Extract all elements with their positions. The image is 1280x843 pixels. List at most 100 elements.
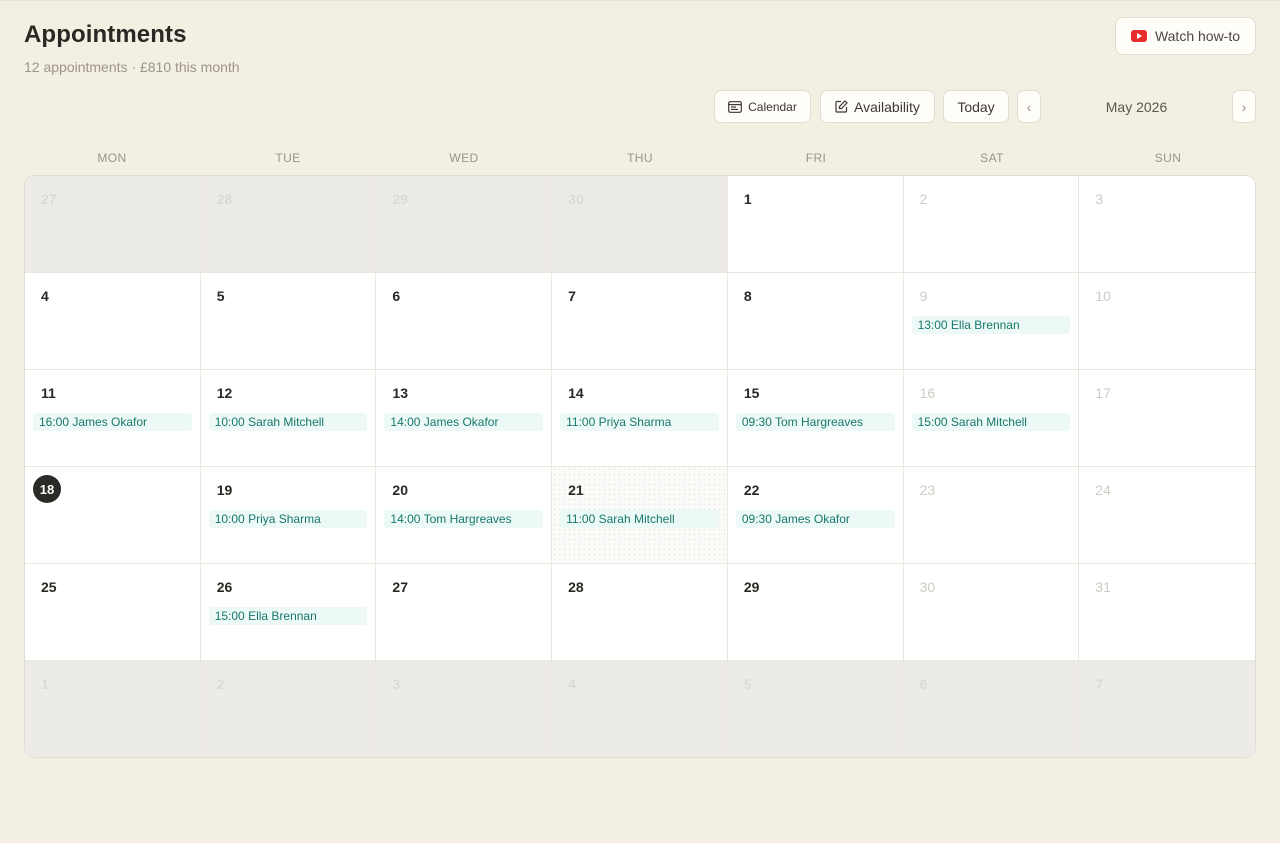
day-number: 21	[568, 482, 584, 498]
day-number: 28	[568, 579, 584, 595]
video-play-icon	[1130, 30, 1147, 42]
appointment-event[interactable]: 15:00 Sarah Mitchell	[911, 413, 1071, 431]
day-number: 6	[919, 676, 928, 692]
day-cell[interactable]: 2	[200, 661, 377, 757]
day-number: 28	[216, 191, 233, 207]
day-cell[interactable]: 30	[903, 564, 1080, 661]
appointment-event[interactable]: 09:30 James Okafor	[735, 510, 895, 528]
day-cell[interactable]: 30	[552, 176, 728, 273]
day-cell[interactable]: 3	[376, 661, 553, 757]
day-cell[interactable]: 9 13:00 Ella Brennan	[903, 273, 1080, 370]
day-cell[interactable]: 6	[903, 661, 1080, 757]
day-cell[interactable]: 2	[903, 176, 1080, 273]
day-number: 10	[1095, 288, 1111, 304]
day-cell[interactable]: 11 16:00 James Okafor	[25, 370, 201, 467]
day-cell[interactable]: 17	[1079, 370, 1255, 467]
appointment-event[interactable]: 14:00 James Okafor	[384, 413, 544, 431]
current-month-label: May 2026	[1105, 98, 1168, 115]
day-number: 7	[568, 288, 576, 304]
weekday-sun: SUN	[1154, 151, 1182, 165]
day-number: 30	[919, 579, 936, 595]
previous-month-button[interactable]: ‹	[1017, 90, 1041, 123]
appointment-event[interactable]: 09:30 Tom Hargreaves	[735, 413, 895, 431]
weekday-mon: MON	[97, 151, 127, 165]
page-subtitle: 12 appointments · £810 this month	[24, 59, 240, 75]
day-cell[interactable]: 4	[552, 661, 728, 757]
appointment-event[interactable]: 10:00 Sarah Mitchell	[208, 413, 368, 431]
day-cell[interactable]: 23	[903, 467, 1080, 564]
day-number: 19	[216, 482, 233, 498]
appointment-event[interactable]: 11:00 Priya Sharma	[560, 413, 719, 431]
day-number: 15	[743, 385, 760, 401]
day-cell[interactable]: 15 09:30 Tom Hargreaves	[727, 370, 904, 467]
day-number: 12	[216, 385, 233, 401]
day-number: 27	[41, 191, 57, 207]
appointment-event[interactable]: 13:00 Ella Brennan	[911, 316, 1071, 334]
availability-button[interactable]: Availability	[820, 90, 935, 123]
appointment-event[interactable]: 16:00 James Okafor	[33, 413, 192, 431]
day-number: 5	[743, 676, 752, 692]
next-month-button[interactable]: ›	[1232, 90, 1256, 123]
day-cell[interactable]: 21 11:00 Sarah Mitchell	[552, 467, 728, 564]
day-cell[interactable]: 1	[727, 176, 904, 273]
today-button[interactable]: Today	[943, 90, 1009, 123]
day-number: 24	[1095, 482, 1111, 498]
day-number: 1	[743, 191, 752, 207]
day-cell[interactable]: 10	[1079, 273, 1255, 370]
day-number: 4	[41, 288, 49, 304]
appointment-event[interactable]: 10:00 Priya Sharma	[208, 510, 368, 528]
page-title: Appointments	[24, 21, 187, 48]
day-number: 4	[568, 676, 576, 692]
day-number: 27	[392, 579, 408, 595]
watch-how-to-button[interactable]: Watch how-to	[1115, 17, 1256, 55]
watch-how-to-label: Watch how-to	[1154, 28, 1241, 44]
day-number: 6	[392, 288, 401, 304]
day-cell[interactable]: 29	[727, 564, 904, 661]
weekday-sat: SAT	[980, 151, 1004, 165]
day-cell[interactable]: 12 10:00 Sarah Mitchell	[200, 370, 377, 467]
day-cell[interactable]: 20 14:00 Tom Hargreaves	[376, 467, 553, 564]
day-cell[interactable]: 29	[376, 176, 553, 273]
day-cell[interactable]: 26 15:00 Ella Brennan	[200, 564, 377, 661]
weekday-tue: TUE	[275, 151, 301, 165]
day-number: 13	[392, 385, 408, 401]
day-cell[interactable]: 7	[1079, 661, 1255, 757]
day-number: 17	[1095, 385, 1111, 401]
day-cell[interactable]: 28	[552, 564, 728, 661]
day-cell[interactable]: 25	[25, 564, 201, 661]
day-number: 8	[743, 288, 752, 304]
today-day-number: 18	[33, 475, 61, 503]
day-cell[interactable]: 5	[200, 273, 377, 370]
day-cell[interactable]: 27	[376, 564, 553, 661]
day-cell[interactable]: 22 09:30 James Okafor	[727, 467, 904, 564]
day-cell[interactable]: 24	[1079, 467, 1255, 564]
edit-icon	[835, 100, 848, 113]
day-cell[interactable]: 27	[25, 176, 201, 273]
day-number: 26	[216, 579, 233, 595]
day-cell[interactable]: 28	[200, 176, 377, 273]
day-cell[interactable]: 19 10:00 Priya Sharma	[200, 467, 377, 564]
appointment-event[interactable]: 15:00 Ella Brennan	[208, 607, 368, 625]
day-cell[interactable]: 1	[25, 661, 201, 757]
calendar-grid: 27 28 29 30 1 2 3 4 5 6 7 8 9 13:00 Ella Brennan 10 11 1…	[24, 175, 1256, 758]
day-cell[interactable]: 16 15:00 Sarah Mitchell	[903, 370, 1080, 467]
day-cell[interactable]: 14 11:00 Priya Sharma	[552, 370, 728, 467]
day-cell[interactable]: 4	[25, 273, 201, 370]
day-cell[interactable]: 5	[727, 661, 904, 757]
day-number: 25	[41, 579, 57, 595]
day-cell[interactable]: 3	[1079, 176, 1255, 273]
day-cell[interactable]: 31	[1079, 564, 1255, 661]
day-number: 16	[919, 385, 936, 401]
day-cell[interactable]: 18	[25, 467, 201, 564]
day-cell[interactable]: 13 14:00 James Okafor	[376, 370, 553, 467]
calendar-view-button[interactable]: Calendar	[714, 90, 811, 123]
day-number: 23	[919, 482, 936, 498]
day-cell[interactable]: 7	[552, 273, 728, 370]
day-cell[interactable]: 8	[727, 273, 904, 370]
day-number: 3	[392, 676, 401, 692]
appointment-event[interactable]: 11:00 Sarah Mitchell	[560, 510, 719, 528]
day-number: 20	[392, 482, 408, 498]
day-cell[interactable]: 6	[376, 273, 553, 370]
appointment-event[interactable]: 14:00 Tom Hargreaves	[384, 510, 544, 528]
calendar-view-label: Calendar	[748, 99, 797, 114]
